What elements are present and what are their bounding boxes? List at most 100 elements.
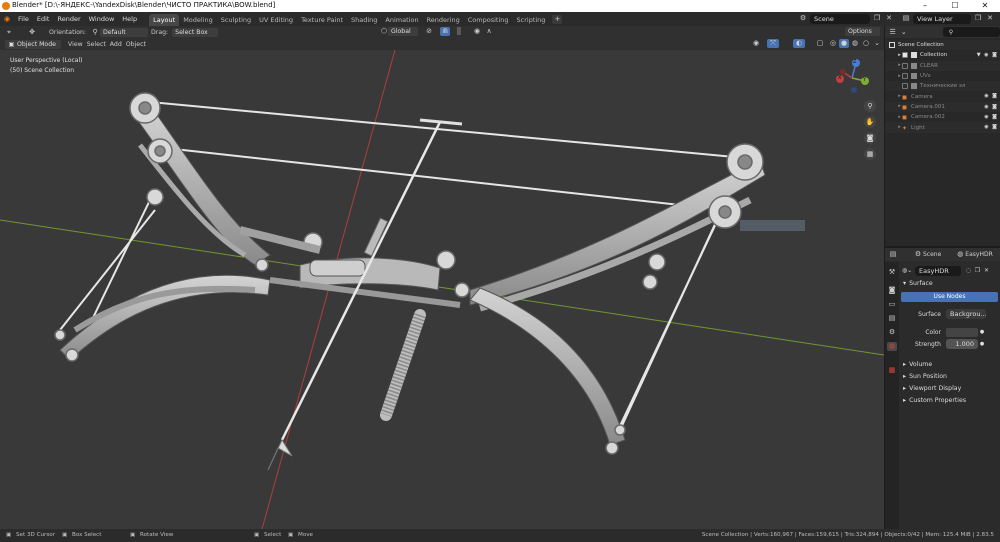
viewport-display-section-header[interactable]: ▸ Viewport Display bbox=[901, 382, 998, 394]
3d-viewport[interactable]: User Perspective (Local) (50) Scene Coll… bbox=[0, 50, 884, 529]
snap-target-icon[interactable]: ⣿ bbox=[452, 27, 466, 36]
tab-shading[interactable]: Shading bbox=[347, 14, 381, 26]
grid-view-icon[interactable]: ▦ bbox=[864, 148, 876, 160]
outliner-row[interactable]: Технические эл bbox=[885, 81, 1000, 92]
pivot-point-icon[interactable]: ⊘ bbox=[422, 27, 436, 36]
surface-section-header[interactable]: ▾ Surface bbox=[901, 279, 998, 288]
volume-section-header[interactable]: ▸ Volume bbox=[901, 358, 998, 370]
menu-help[interactable]: Help bbox=[118, 12, 141, 26]
outliner-row[interactable]: Scene Collection bbox=[885, 40, 1000, 51]
maximize-button[interactable]: ☐ bbox=[940, 0, 970, 12]
menu-render[interactable]: Render bbox=[53, 12, 84, 26]
shading-material-icon[interactable]: ◍ bbox=[850, 39, 860, 48]
row-visibility-icon[interactable]: ◉ ◙ bbox=[984, 114, 998, 120]
visibility-icon[interactable]: ◉ bbox=[750, 39, 762, 48]
tab-uv-editing[interactable]: UV Editing bbox=[255, 14, 297, 26]
scene-tab-label[interactable]: Scene bbox=[923, 251, 941, 258]
include-checkbox[interactable] bbox=[902, 73, 908, 80]
tab-layout[interactable]: Layout bbox=[149, 13, 180, 26]
sun-position-section-header[interactable]: ▸ Sun Position bbox=[901, 370, 998, 382]
outliner-editor-icon[interactable]: ☰ bbox=[887, 28, 898, 37]
menu-window[interactable]: Window bbox=[85, 12, 119, 26]
tab-rendering[interactable]: Rendering bbox=[423, 14, 464, 26]
tab-sculpting[interactable]: Sculpting bbox=[217, 14, 255, 26]
snap-icon[interactable]: ⋒ bbox=[440, 27, 450, 36]
output-tab-icon[interactable]: ▭ bbox=[887, 300, 897, 309]
scene-props-tab-icon[interactable]: ⚙ bbox=[887, 328, 897, 337]
outliner-row[interactable]: ▸ Collection ▼ ◉ ◙ bbox=[885, 50, 1000, 60]
new-scene-icon[interactable]: ❐ bbox=[872, 14, 882, 23]
strength-field[interactable]: 1.000 bbox=[946, 339, 978, 349]
outliner-row[interactable]: ▸ ✦ Light ◉ ◙ bbox=[885, 122, 1000, 133]
options-dropdown[interactable]: Options bbox=[845, 27, 880, 36]
xray-icon[interactable]: ▢ bbox=[815, 39, 825, 48]
unlink-world-icon[interactable]: ✕ bbox=[982, 266, 991, 275]
use-nodes-button[interactable]: Use Nodes bbox=[901, 292, 998, 302]
shading-solid-icon[interactable]: ● bbox=[839, 39, 849, 48]
row-visibility-icon[interactable]: ▼ ◉ ◙ bbox=[977, 52, 998, 58]
remove-view-layer-icon[interactable]: ✕ bbox=[985, 14, 995, 23]
shading-options-icon[interactable]: ⌄ bbox=[872, 39, 882, 48]
custom-properties-section-header[interactable]: ▸ Custom Properties bbox=[901, 394, 998, 406]
include-checkbox[interactable] bbox=[902, 83, 908, 90]
close-button[interactable]: ✕ bbox=[970, 0, 1000, 12]
world-tab-label[interactable]: EasyHDR bbox=[965, 251, 992, 258]
scene-icon[interactable]: ⚙ bbox=[797, 14, 809, 23]
row-visibility-icon[interactable]: ◉ ◙ bbox=[984, 124, 998, 130]
mode-dropdown[interactable]: ▣ Object Mode bbox=[5, 39, 61, 49]
row-visibility-icon[interactable]: ◉ ◙ bbox=[984, 93, 998, 99]
drag-dropdown[interactable]: Select Box bbox=[172, 27, 219, 37]
camera-view-icon[interactable]: ◙ bbox=[864, 132, 876, 144]
fake-user-icon[interactable]: ◌ bbox=[964, 266, 973, 275]
transform-orientation-dropdown[interactable]: Global bbox=[388, 27, 418, 36]
tab-compositing[interactable]: Compositing bbox=[464, 14, 513, 26]
shading-wireframe-icon[interactable]: ◎ bbox=[828, 39, 838, 48]
view-layer-selector[interactable]: View Layer bbox=[913, 14, 971, 24]
outliner-row[interactable]: ▸ UVs bbox=[885, 71, 1000, 81]
outliner-row[interactable]: ▸ ◼ Camera.001 ◉ ◙ bbox=[885, 101, 1000, 113]
orientation-dropdown[interactable]: Default bbox=[100, 27, 149, 37]
outliner-row[interactable]: ▸ CLEAR bbox=[885, 60, 1000, 71]
view-layer-icon[interactable]: ▤ bbox=[900, 14, 912, 23]
minimize-button[interactable]: – bbox=[910, 0, 940, 12]
blender-menu-icon[interactable]: ◉ bbox=[0, 15, 14, 24]
outliner-row[interactable]: ▸ ◼ Camera ◉ ◙ bbox=[885, 91, 1000, 101]
include-checkbox[interactable] bbox=[902, 52, 908, 59]
tool-tab-icon[interactable]: ⚒ bbox=[887, 268, 897, 277]
menu-select[interactable]: Select bbox=[87, 41, 106, 48]
keyframe-dot-icon[interactable]: ● bbox=[978, 340, 986, 349]
include-checkbox[interactable] bbox=[902, 62, 908, 69]
color-swatch[interactable] bbox=[946, 327, 978, 337]
remove-scene-icon[interactable]: ✕ bbox=[884, 14, 894, 23]
menu-object[interactable]: Object bbox=[126, 41, 146, 48]
scene-selector[interactable]: Scene bbox=[810, 14, 870, 24]
outliner-search-input[interactable]: ⚲ bbox=[943, 27, 1000, 37]
surface-shader-dropdown[interactable]: Backgrou... bbox=[946, 309, 987, 319]
world-props-tab-icon[interactable]: ◍ bbox=[887, 342, 897, 351]
menu-view[interactable]: View bbox=[68, 41, 83, 48]
gizmo-toggle-icon[interactable]: ⤧ bbox=[767, 39, 779, 48]
add-workspace-icon[interactable]: + bbox=[552, 14, 563, 24]
tab-modeling[interactable]: Modeling bbox=[179, 14, 217, 26]
menu-file[interactable]: File bbox=[14, 12, 33, 26]
new-view-layer-icon[interactable]: ❐ bbox=[973, 14, 983, 23]
menu-add[interactable]: Add bbox=[110, 41, 122, 48]
tab-scripting[interactable]: Scripting bbox=[513, 14, 550, 26]
navigation-gizmo[interactable]: Z Y X bbox=[832, 58, 872, 98]
falloff-icon[interactable]: ∧ bbox=[484, 27, 494, 36]
world-browse-icon[interactable]: ◍⌄ bbox=[901, 266, 913, 275]
tab-texture-paint[interactable]: Texture Paint bbox=[297, 14, 347, 26]
pan-hand-icon[interactable]: ✋ bbox=[864, 116, 876, 128]
keyframe-dot-icon[interactable]: ● bbox=[978, 328, 986, 337]
texture-tab-icon[interactable]: ▩ bbox=[887, 366, 897, 375]
shading-rendered-icon[interactable]: ○ bbox=[861, 39, 871, 48]
outliner-row[interactable]: ▸ ◼ Camera.002 ◉ ◙ bbox=[885, 112, 1000, 122]
proportional-edit-icon[interactable]: ◉ bbox=[472, 27, 482, 36]
tab-animation[interactable]: Animation bbox=[381, 14, 422, 26]
transform-tool-icon[interactable]: ✥ bbox=[25, 28, 39, 37]
properties-editor-icon[interactable]: ▤ bbox=[887, 250, 899, 259]
outliner-filter-icon[interactable]: ⌄ bbox=[898, 28, 909, 37]
render-tab-icon[interactable]: ◙ bbox=[887, 286, 897, 295]
view-layer-tab-icon[interactable]: ▤ bbox=[887, 314, 897, 323]
duplicate-world-icon[interactable]: ❐ bbox=[973, 266, 982, 275]
